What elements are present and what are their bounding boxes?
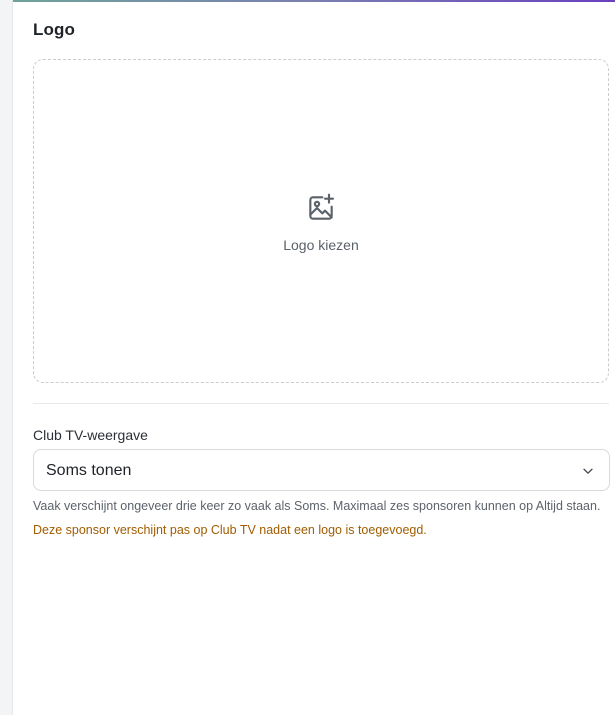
sponsor-settings-panel: Logo Logo kiezen Club TV-weergave Soms t… (12, 0, 615, 715)
logo-upload-dropzone[interactable]: Logo kiezen (33, 59, 609, 383)
logo-section-title: Logo (33, 20, 75, 39)
club-tv-help-text: Vaak verschijnt ongeveer drie keer zo va… (33, 499, 601, 513)
club-tv-selected-value: Soms tonen (46, 462, 132, 479)
image-add-icon (309, 193, 335, 220)
club-tv-warning-text: Deze sponsor verschijnt pas op Club TV n… (33, 523, 427, 537)
club-tv-select[interactable]: Soms tonen (33, 449, 610, 491)
section-divider (33, 403, 609, 404)
logo-upload-label: Logo kiezen (283, 237, 359, 253)
accent-bar (13, 0, 615, 2)
club-tv-label: Club TV-weergave (33, 427, 148, 443)
chevron-down-icon (583, 468, 593, 474)
logo-upload-content: Logo kiezen (34, 192, 608, 253)
